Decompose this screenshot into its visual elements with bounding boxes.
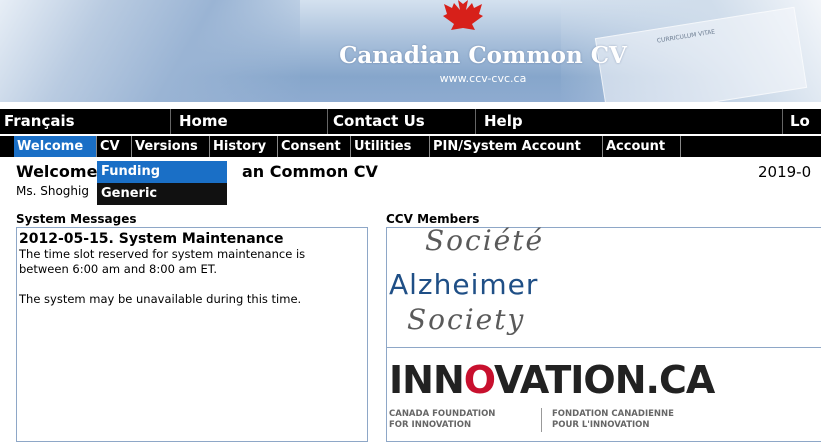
page-title-welcome: Welcome (16, 162, 98, 181)
nav-separator (327, 109, 328, 134)
user-name: Ms. Shoghig (16, 184, 89, 198)
alzheimer-logo-french: Société (425, 224, 545, 257)
nav-separator (782, 109, 783, 134)
nav-home[interactable]: Home (179, 109, 228, 134)
banner-url: www.ccv-cvc.ca (439, 72, 527, 85)
system-messages-box: 2012-05-15. System Maintenance The time … (16, 227, 368, 442)
system-messages-label: System Messages (16, 212, 137, 226)
maple-leaf-icon (443, 0, 483, 38)
alzheimer-logo-english: Alzheimer (389, 268, 539, 301)
tab-utilities[interactable]: Utilities (351, 136, 430, 157)
innovation-ca-logo[interactable]: INNOVATION.CA CANADA FOUNDATION FOR INNO… (387, 348, 821, 443)
tab-history[interactable]: History (210, 136, 278, 157)
banner-title: Canadian Common CV (339, 42, 627, 69)
nav-contact-us[interactable]: Contact Us (333, 109, 425, 134)
message-title: 2012-05-15. System Maintenance (19, 231, 284, 247)
tab-welcome[interactable]: Welcome (14, 136, 97, 157)
nav-francais[interactable]: Français (4, 109, 75, 134)
nav-separator (170, 109, 171, 134)
innovation-divider (541, 408, 542, 432)
menu-item-funding[interactable]: Funding (97, 161, 227, 183)
message-line: between 6:00 am and 8:00 am ET. (19, 262, 218, 276)
nav-separator (475, 109, 476, 134)
main-navigation: Français Home Contact Us Help Lo (0, 109, 821, 134)
tab-cv[interactable]: CV (97, 136, 132, 157)
tab-pin-system-account[interactable]: PIN/System Account (430, 136, 603, 157)
nav-logout[interactable]: Lo (790, 109, 810, 134)
ccv-members-box: Société Alzheimer Society INNOVATION.CA … (386, 224, 821, 443)
message-line: The time slot reserved for system mainte… (19, 247, 306, 261)
menu-item-generic[interactable]: Generic (97, 183, 227, 205)
message-line: The system may be unavailable during thi… (19, 292, 302, 306)
tab-account[interactable]: Account (603, 136, 681, 157)
current-date: 2019-0 (758, 163, 812, 181)
innovation-french-line2: POUR L'INNOVATION (552, 420, 650, 430)
innovation-english-line2: FOR INNOVATION (389, 420, 472, 430)
page-title-remainder: an Common CV (242, 162, 378, 181)
innovation-wordmark: INNOVATION.CA (389, 358, 715, 402)
innovation-french-line1: FONDATION CANADIENNE (552, 409, 674, 419)
innovation-english-line1: CANADA FOUNDATION (389, 409, 496, 419)
tab-consent[interactable]: Consent (278, 136, 351, 157)
alzheimer-society-logo[interactable]: Société Alzheimer Society (387, 224, 821, 348)
cv-dropdown-menu: Funding Generic (97, 161, 227, 205)
alzheimer-logo-french-2: Society (407, 303, 526, 336)
nav-help[interactable]: Help (484, 109, 523, 134)
header-banner: CURRICULUM VITAE Canadian Common CV www.… (0, 0, 821, 102)
page-title: Welcome (16, 162, 97, 181)
sub-navigation: Welcome CV Versions History Consent Util… (0, 136, 821, 157)
tab-versions[interactable]: Versions (132, 136, 210, 157)
banner-background (0, 0, 300, 102)
